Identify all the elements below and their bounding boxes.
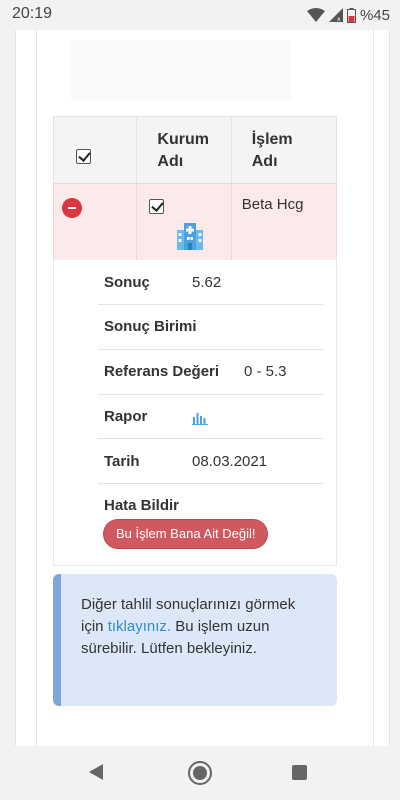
remove-row-button[interactable] [62, 198, 82, 218]
alert-text: Diğer tahlil sonuçlarınızı görmek için t… [81, 594, 321, 660]
bar-chart-report-icon[interactable] [192, 411, 208, 425]
rapor-label: Rapor [104, 408, 148, 425]
tarih-label: Tarih [104, 453, 140, 470]
info-alert: Diğer tahlil sonuçlarınızı görmek için t… [53, 574, 337, 706]
divider [98, 349, 324, 350]
other-results-link[interactable]: tıklayınız. [108, 618, 171, 635]
divider [98, 438, 324, 439]
sonuc-birimi-label: Sonuç Birimi [104, 318, 197, 335]
header-select-all [54, 117, 138, 183]
tarih-value: 08.03.2021 [192, 453, 268, 470]
table-row: Beta Hcg [53, 184, 337, 260]
table-header: Kurum Adı İşlem Adı [53, 116, 337, 184]
row-islem-value: Beta Hcg [241, 196, 304, 213]
results-table: Kurum Adı İşlem Adı Beta Hcg [53, 116, 337, 260]
wifi-icon [306, 8, 325, 22]
select-all-checkbox[interactable] [76, 149, 91, 164]
svg-text:x: x [337, 16, 341, 22]
hata-bildir-label: Hata Bildir [104, 497, 180, 514]
battery-icon [346, 7, 356, 23]
sonuc-value: 5.62 [192, 274, 222, 291]
header-kurum-label: Kurum Adı [157, 131, 209, 170]
header-kurum: Kurum Adı [137, 117, 232, 183]
recent-apps-icon[interactable] [292, 765, 307, 780]
row-kurum-cell [137, 184, 232, 260]
battery-percentage: %45 [359, 6, 390, 24]
header-islem: İşlem Adı [232, 117, 336, 183]
sonuc-label: Sonuç [104, 274, 150, 291]
back-icon[interactable] [89, 764, 103, 780]
status-icons: x %45 [306, 6, 390, 24]
row-checkbox[interactable] [149, 199, 165, 214]
referans-value: 0 - 5.3 [244, 363, 287, 380]
header-islem-label: İşlem Adı [251, 131, 293, 170]
hospital-icon [177, 223, 204, 250]
status-time: 20:19 [12, 5, 53, 22]
divider [98, 394, 324, 395]
status-bar: 20:19 x %45 [0, 0, 400, 30]
row-action-cell [54, 184, 138, 260]
referans-label: Referans Değeri [104, 363, 220, 380]
navigation-bar [0, 746, 400, 800]
report-error-button[interactable]: Bu İşlem Bana Ait Değil! [103, 519, 269, 549]
cellular-signal-icon: x [328, 8, 343, 22]
divider [98, 483, 324, 484]
row-islem-cell: Beta Hcg [232, 184, 336, 260]
home-icon[interactable] [188, 761, 212, 785]
divider [98, 304, 324, 305]
faint-header-placeholder [71, 40, 291, 100]
